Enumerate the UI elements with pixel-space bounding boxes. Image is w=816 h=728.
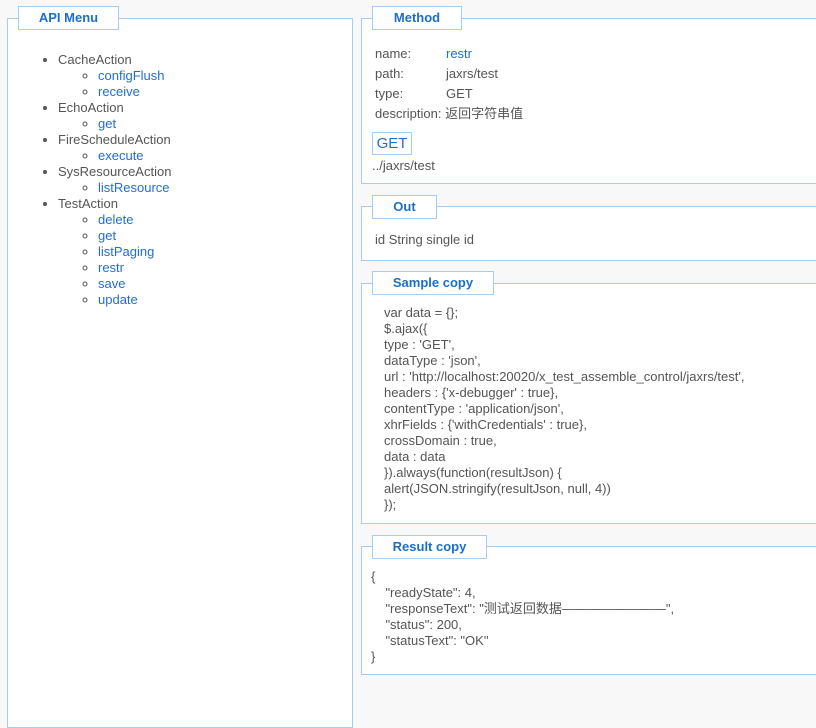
sample-copy-title[interactable]: Sample copy	[372, 271, 494, 295]
code-line: }).always(function(resultJson) {	[384, 465, 562, 480]
code-line: xhrFields : {'withCredentials' : true},	[384, 417, 587, 432]
type-value: GET	[446, 86, 473, 101]
code-line: var data = {};	[384, 305, 459, 320]
menu-item-link[interactable]: listPaging	[98, 244, 154, 259]
menu-item: execute	[98, 148, 171, 164]
api-menu-list: CacheActionconfigFlushreceiveEchoActiong…	[40, 52, 171, 308]
menu-group: EchoActionget	[58, 100, 171, 132]
menu-item: get	[98, 228, 171, 244]
out-title: Out	[372, 195, 437, 219]
code-line: "readyState": 4,	[371, 585, 476, 600]
code-line: crossDomain : true,	[384, 433, 497, 448]
menu-item-link[interactable]: get	[98, 116, 116, 131]
menu-item-link[interactable]: delete	[98, 212, 133, 227]
code-line: "status": 200,	[371, 617, 462, 632]
code-line: type : 'GET',	[384, 337, 455, 352]
api-menu-title: API Menu	[18, 6, 119, 30]
get-request-button[interactable]: GET	[372, 132, 412, 155]
menu-group-label: SysResourceAction	[58, 164, 172, 179]
menu-item: listResource	[98, 180, 171, 196]
menu-item-link[interactable]: listResource	[98, 180, 170, 195]
type-label: type:	[375, 86, 404, 101]
menu-group-label: FireScheduleAction	[58, 132, 171, 147]
menu-item-link[interactable]: restr	[98, 260, 124, 275]
method-name-link[interactable]: restr	[446, 46, 472, 61]
result-copy-title[interactable]: Result copy	[372, 535, 487, 559]
menu-item: receive	[98, 84, 171, 100]
code-line: dataType : 'json',	[384, 353, 481, 368]
code-line: {	[371, 569, 376, 584]
menu-item: restr	[98, 260, 171, 276]
sample-code: var data = {}; $.ajax({type : 'GET', dataT…	[384, 305, 744, 513]
request-url: ../jaxrs/test	[372, 158, 435, 173]
menu-group: TestActiondeletegetlistPagingrestrsaveup…	[58, 196, 171, 308]
code-line: }	[371, 649, 376, 664]
menu-group: FireScheduleActionexecute	[58, 132, 171, 164]
menu-item: update	[98, 292, 171, 308]
menu-item: save	[98, 276, 171, 292]
menu-item-link[interactable]: execute	[98, 148, 144, 163]
description-value: 返回字符串值	[445, 106, 524, 121]
code-line: alert(JSON.stringify(resultJson, null, 4…	[384, 481, 611, 496]
path-value: jaxrs/test	[446, 66, 499, 81]
code-line: data : data	[384, 449, 446, 464]
menu-group: CacheActionconfigFlushreceive	[58, 52, 171, 100]
menu-item-link[interactable]: configFlush	[98, 68, 164, 83]
menu-item: configFlush	[98, 68, 171, 84]
menu-group-label: TestAction	[58, 196, 118, 211]
menu-item-link[interactable]: get	[98, 228, 116, 243]
menu-item-link[interactable]: receive	[98, 84, 140, 99]
result-code: { "readyState": 4, "responseText": "测试返回…	[371, 569, 674, 665]
code-line: "responseText": "测试返回数据————————",	[371, 601, 675, 616]
menu-item: get	[98, 116, 171, 132]
code-line: $.ajax({	[384, 321, 428, 336]
code-line: "statusText": "OK"	[371, 633, 489, 648]
path-label: path:	[375, 66, 404, 81]
code-line: headers : {'x-debugger' : true},	[384, 385, 559, 400]
menu-item-link[interactable]: update	[98, 292, 138, 307]
code-line: url : 'http://localhost:20020/x_test_ass…	[384, 369, 745, 384]
menu-group-label: EchoAction	[58, 100, 124, 115]
description-label: description:	[375, 106, 442, 121]
name-label: name:	[375, 46, 412, 61]
method-details: name: restr path: jaxrs/test type: GET desc…	[375, 44, 523, 124]
menu-group-label: CacheAction	[58, 52, 132, 67]
method-title: Method	[372, 6, 462, 30]
menu-item-link[interactable]: save	[98, 276, 125, 291]
menu-group: SysResourceActionlistResource	[58, 164, 171, 196]
menu-item: listPaging	[98, 244, 171, 260]
out-text: id String single id	[375, 232, 474, 247]
code-line: contentType : 'application/json',	[384, 401, 564, 416]
code-line: });	[384, 497, 397, 512]
menu-item: delete	[98, 212, 171, 228]
